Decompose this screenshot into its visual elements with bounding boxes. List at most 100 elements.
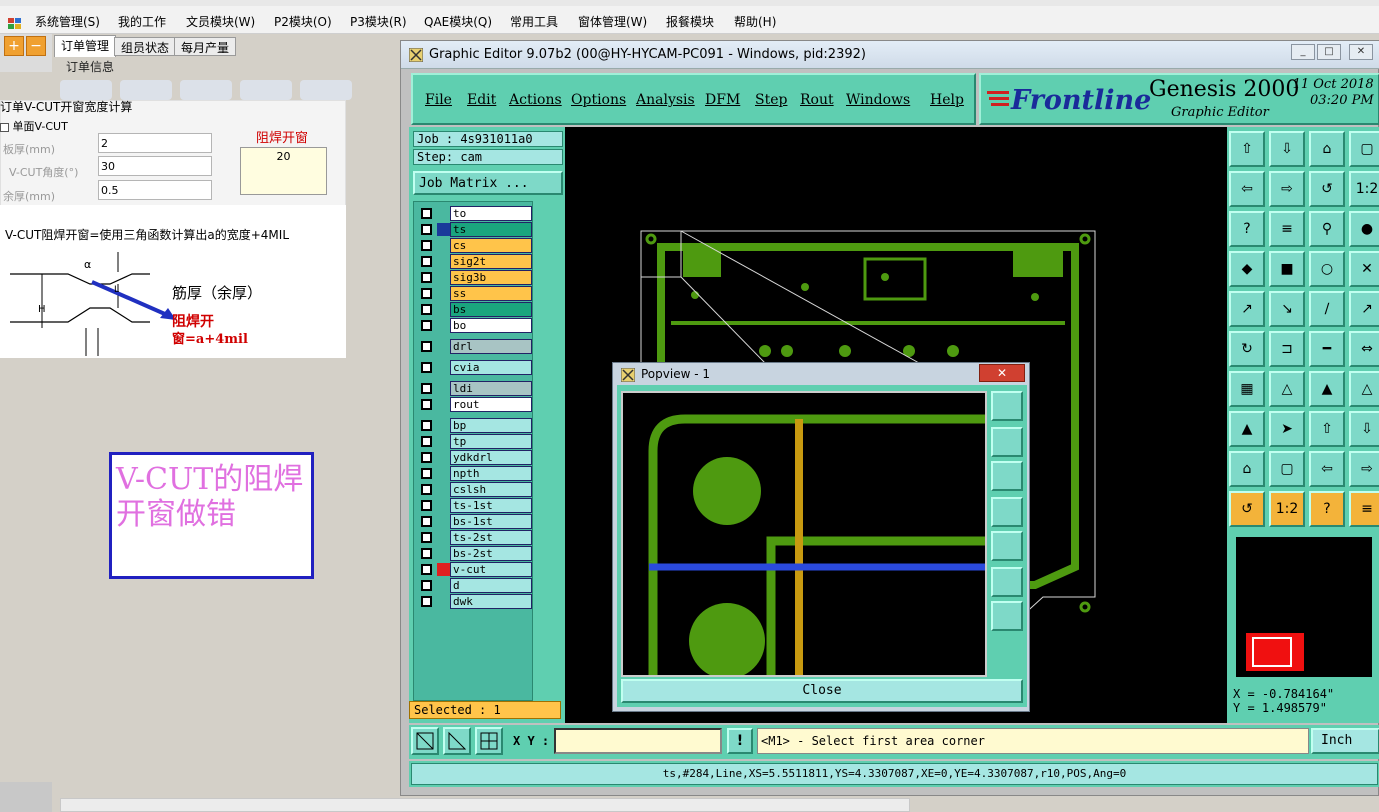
menu-meal[interactable]: 报餐模块 [666,13,714,30]
layer-checkbox[interactable] [421,304,432,315]
zoom-in-icon[interactable] [991,601,1023,631]
menu-windows[interactable]: Windows [846,92,910,108]
zoom-fit-icon[interactable] [991,391,1023,421]
layer-checkbox[interactable] [421,516,432,527]
single-vcut-checkbox[interactable]: 单面V-CUT [0,118,68,134]
menu-p3[interactable]: P3模块(R) [350,13,407,30]
tool-button-icon[interactable]: 1:2 [1269,491,1305,527]
minimize-icon[interactable]: _ [1291,44,1315,60]
tool-button-icon[interactable]: △ [1269,371,1305,407]
tool-button-icon[interactable]: ↺ [1309,171,1345,207]
menu-system[interactable]: 系统管理(S) [35,13,100,30]
pan-down-icon[interactable] [991,461,1023,491]
tool-button-icon[interactable]: ⇧ [1309,411,1345,447]
close-icon[interactable]: ✕ [1349,44,1373,60]
app-grid-icon[interactable] [8,18,22,30]
layer-row[interactable]: tp [416,434,532,449]
layer-row[interactable]: sig3b [416,270,532,285]
menu-clerk[interactable]: 文员模块(W) [186,13,255,30]
layer-row[interactable]: bo [416,318,532,333]
layer-checkbox[interactable] [421,596,432,607]
menu-my-work[interactable]: 我的工作 [118,13,166,30]
tool-button-icon[interactable]: ▢ [1349,131,1379,167]
layer-row[interactable]: ydkdrl [416,450,532,465]
tool-button-icon[interactable]: ✕ [1349,251,1379,287]
layer-row[interactable]: ldi [416,381,532,396]
maximize-icon[interactable]: □ [1317,44,1341,60]
layer-row[interactable]: cs [416,238,532,253]
tool-button-icon[interactable]: ⇩ [1349,411,1379,447]
layer-checkbox[interactable] [421,256,432,267]
popview-close-icon[interactable]: ✕ [979,364,1025,382]
pan-left-icon[interactable] [991,497,1023,527]
menu-edit[interactable]: Edit [467,92,496,108]
tool-button-icon[interactable]: ≡ [1269,211,1305,247]
menu-window[interactable]: 窗体管理(W) [578,13,647,30]
menu-options[interactable]: Options [571,92,626,108]
layer-checkbox[interactable] [421,240,432,251]
layer-row[interactable]: rout [416,397,532,412]
pan-right-icon[interactable] [991,531,1023,561]
layer-checkbox[interactable] [421,208,432,219]
board-thickness-input[interactable]: 2 [98,133,212,153]
layer-row[interactable]: bp [416,418,532,433]
tool-button-icon[interactable]: ⇨ [1349,451,1379,487]
layer-checkbox[interactable] [421,320,432,331]
tool-button-icon[interactable]: ⊐ [1269,331,1305,367]
pan-up-icon[interactable] [991,427,1023,457]
tool-button-icon[interactable]: ≡ [1349,491,1379,527]
layer-checkbox[interactable] [421,383,432,394]
layer-checkbox[interactable] [421,272,432,283]
popview-canvas[interactable] [621,391,987,679]
tool-button-icon[interactable]: ■ [1269,251,1305,287]
tool-button-icon[interactable]: ⇩ [1269,131,1305,167]
layer-row[interactable]: ts [416,222,532,237]
layer-row[interactable]: npth [416,466,532,481]
grid-icon[interactable] [475,727,503,755]
angle-input[interactable]: 30 [98,156,212,176]
layer-checkbox[interactable] [421,500,432,511]
layer-row[interactable]: bs-2st [416,546,532,561]
menu-help[interactable]: 帮助(H) [734,13,776,30]
job-matrix-button[interactable]: Job Matrix ... [413,171,563,195]
tool-button-icon[interactable]: ━ [1309,331,1345,367]
menu-rout[interactable]: Rout [800,92,834,108]
menu-step[interactable]: Step [755,92,787,108]
measure-icon[interactable] [443,727,471,755]
tool-button-icon[interactable]: ○ [1309,251,1345,287]
layer-checkbox[interactable] [421,436,432,447]
menu-file[interactable]: File [425,92,452,108]
zoom-area-icon[interactable] [411,727,439,755]
menu-qae[interactable]: QAE模块(Q) [424,13,492,30]
overview-preview[interactable] [1236,537,1372,677]
tool-button-icon[interactable]: ● [1349,211,1379,247]
layer-checkbox[interactable] [421,548,432,559]
layer-checkbox[interactable] [421,452,432,463]
tool-button-icon[interactable]: ↘ [1269,291,1305,327]
layer-checkbox[interactable] [421,532,432,543]
layer-row[interactable]: dwk [416,594,532,609]
minus-icon[interactable]: − [26,36,46,56]
layer-row[interactable]: drl [416,339,532,354]
layer-checkbox[interactable] [421,420,432,431]
tool-button-icon[interactable]: ⇨ [1269,171,1305,207]
tool-button-icon[interactable]: ⇧ [1229,131,1265,167]
layer-row[interactable]: d [416,578,532,593]
info-icon[interactable]: ! [727,728,753,754]
layer-checkbox[interactable] [421,341,432,352]
tool-button-icon[interactable]: ? [1309,491,1345,527]
tool-button-icon[interactable]: ⚲ [1309,211,1345,247]
tool-button-icon[interactable]: 1:2 [1349,171,1379,207]
layer-row[interactable]: sig2t [416,254,532,269]
menu-dfm[interactable]: DFM [705,92,740,108]
menu-help[interactable]: Help [930,92,964,108]
faded-button[interactable] [180,80,232,100]
tool-button-icon[interactable]: ▦ [1229,371,1265,407]
xy-input[interactable] [554,728,722,754]
tab-orders[interactable]: 订单管理 [54,35,117,57]
tool-button-icon[interactable]: ∕ [1309,291,1345,327]
menu-analysis[interactable]: Analysis [636,92,695,108]
layer-checkbox[interactable] [421,468,432,479]
faded-button[interactable] [240,80,292,100]
layer-checkbox[interactable] [421,399,432,410]
